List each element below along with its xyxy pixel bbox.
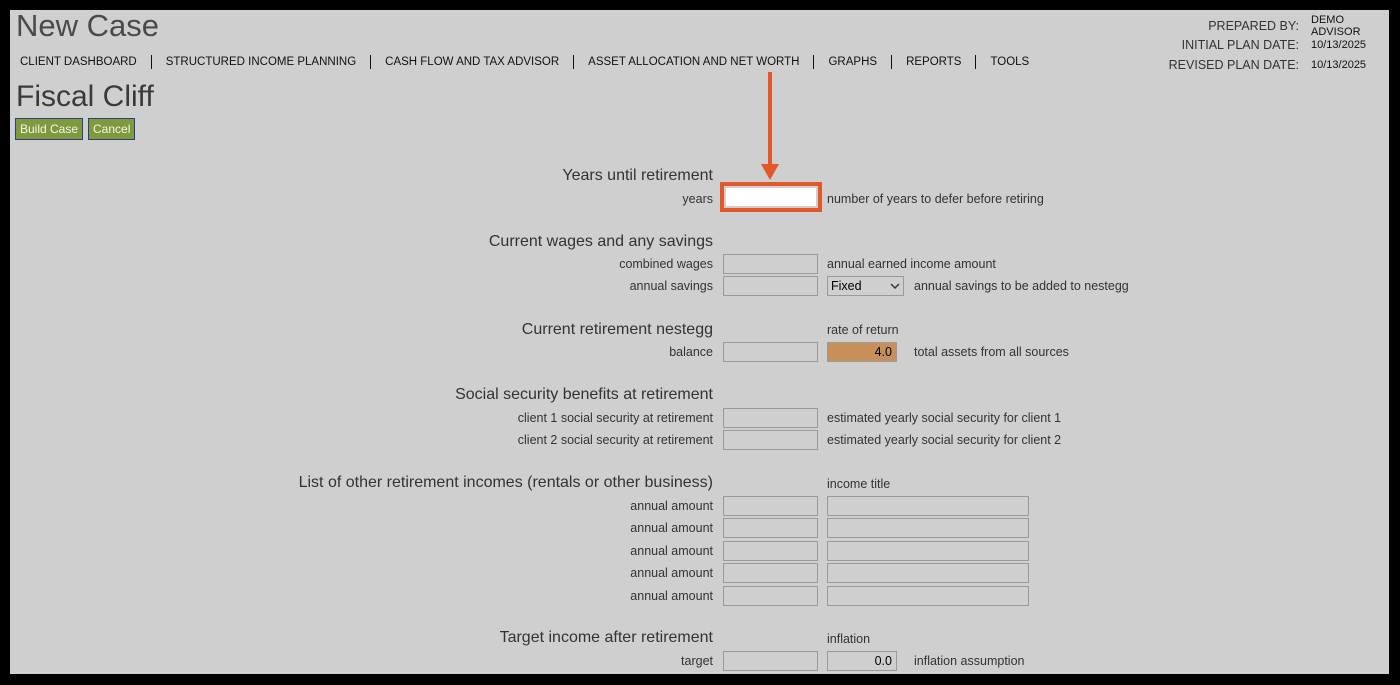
years-input[interactable] [726, 188, 816, 206]
rate-of-return-label: rate of return [827, 323, 899, 337]
nav-divider [370, 55, 372, 69]
annual-amount-label: annual amount [630, 566, 713, 580]
annual-savings-input[interactable] [723, 276, 818, 296]
combined-wages-label: combined wages [619, 257, 713, 271]
target-income-heading: Target income after retirement [499, 629, 713, 646]
nav-divider [891, 55, 893, 69]
prepared-by-value: DEMO ADVISOR [1311, 13, 1361, 38]
client1-ss-input[interactable] [723, 408, 818, 428]
plan-info: PREPARED BY: DEMO ADVISOR INITIAL PLAN D… [1168, 13, 1373, 75]
annual-savings-description: annual savings to be added to nestegg [914, 279, 1129, 293]
annual-amount-input[interactable] [723, 563, 818, 583]
other-income-heading: List of other retirement incomes (rental… [298, 474, 713, 491]
nav-divider [813, 55, 815, 69]
revised-plan-date-label: REVISED PLAN DATE: [1168, 57, 1299, 72]
income-title-label: income title [827, 477, 891, 491]
inflation-description: inflation assumption [914, 654, 1025, 668]
build-case-button[interactable]: Build Case [15, 118, 84, 140]
nav-structured-income-planning[interactable]: STRUCTURED INCOME PLANNING [166, 56, 356, 68]
savings-type-value: Fixed [831, 279, 862, 293]
annual-amount-label: annual amount [630, 544, 713, 558]
savings-type-select[interactable]: Fixed [827, 276, 904, 296]
client2-ss-description: estimated yearly social security for cli… [827, 433, 1062, 447]
revised-plan-date-value: 10/13/2025 [1311, 58, 1367, 71]
years-section-heading: Years until retirement [562, 167, 713, 184]
cancel-button[interactable]: Cancel [88, 118, 136, 140]
nav-tools[interactable]: TOOLS [990, 56, 1029, 68]
social-security-heading: Social security benefits at retirement [455, 386, 713, 403]
client1-ss-description: estimated yearly social security for cli… [827, 411, 1062, 425]
nav-divider [573, 55, 575, 69]
target-input[interactable] [723, 651, 818, 671]
annual-savings-label: annual savings [629, 279, 713, 293]
app-title: New Case [16, 10, 159, 43]
nav-cash-flow-and-tax-advisor[interactable]: CASH FLOW AND TAX ADVISOR [385, 56, 559, 68]
initial-plan-date-label: INITIAL PLAN DATE: [1181, 38, 1299, 53]
annual-amount-label: annual amount [630, 521, 713, 535]
income-title-input[interactable] [827, 563, 1029, 583]
target-label: target [681, 654, 713, 668]
client1-ss-label: client 1 social security at retirement [517, 411, 713, 425]
nav-asset-allocation-and-net-worth[interactable]: ASSET ALLOCATION AND NET WORTH [588, 56, 799, 68]
balance-input[interactable] [723, 342, 818, 362]
income-title-input[interactable] [827, 518, 1029, 538]
income-title-input[interactable] [827, 541, 1029, 561]
app-window: New Case CLIENT DASHBOARD STRUCTURED INC… [10, 10, 1389, 674]
nav-graphs[interactable]: GRAPHS [828, 56, 877, 68]
annual-amount-input[interactable] [723, 518, 818, 538]
balance-label: balance [669, 345, 713, 359]
initial-plan-date-value: 10/13/2025 [1311, 39, 1367, 52]
nav-client-dashboard[interactable]: CLIENT DASHBOARD [20, 56, 137, 68]
chevron-down-icon [890, 283, 900, 289]
combined-wages-input[interactable] [723, 254, 818, 274]
annual-amount-input[interactable] [723, 541, 818, 561]
annual-amount-input[interactable] [723, 496, 818, 516]
inflation-input[interactable] [827, 651, 897, 671]
arrow-down-icon [761, 72, 779, 180]
balance-description: total assets from all sources [914, 345, 1069, 359]
nestegg-section-heading: Current retirement nestegg [521, 321, 713, 338]
client2-ss-input[interactable] [723, 430, 818, 450]
annual-amount-label: annual amount [630, 499, 713, 513]
years-label: years [682, 192, 713, 206]
annual-amount-input[interactable] [723, 586, 818, 606]
case-title: Fiscal Cliff [16, 80, 154, 113]
prepared-by-label: PREPARED BY: [1208, 18, 1299, 33]
nav-divider [150, 55, 152, 69]
annual-amount-label: annual amount [630, 589, 713, 603]
wages-section-heading: Current wages and any savings [488, 233, 713, 250]
combined-wages-description: annual earned income amount [827, 257, 996, 271]
rate-of-return-input[interactable] [827, 342, 897, 362]
nav-divider [975, 55, 977, 69]
income-title-input[interactable] [827, 496, 1029, 516]
nav-reports[interactable]: REPORTS [906, 56, 961, 68]
client2-ss-label: client 2 social security at retirement [517, 433, 713, 447]
years-description: number of years to defer before retiring [827, 192, 1044, 206]
income-title-input[interactable] [827, 586, 1029, 606]
main-nav: CLIENT DASHBOARD STRUCTURED INCOME PLANN… [20, 54, 1029, 70]
inflation-label: inflation [827, 632, 871, 646]
